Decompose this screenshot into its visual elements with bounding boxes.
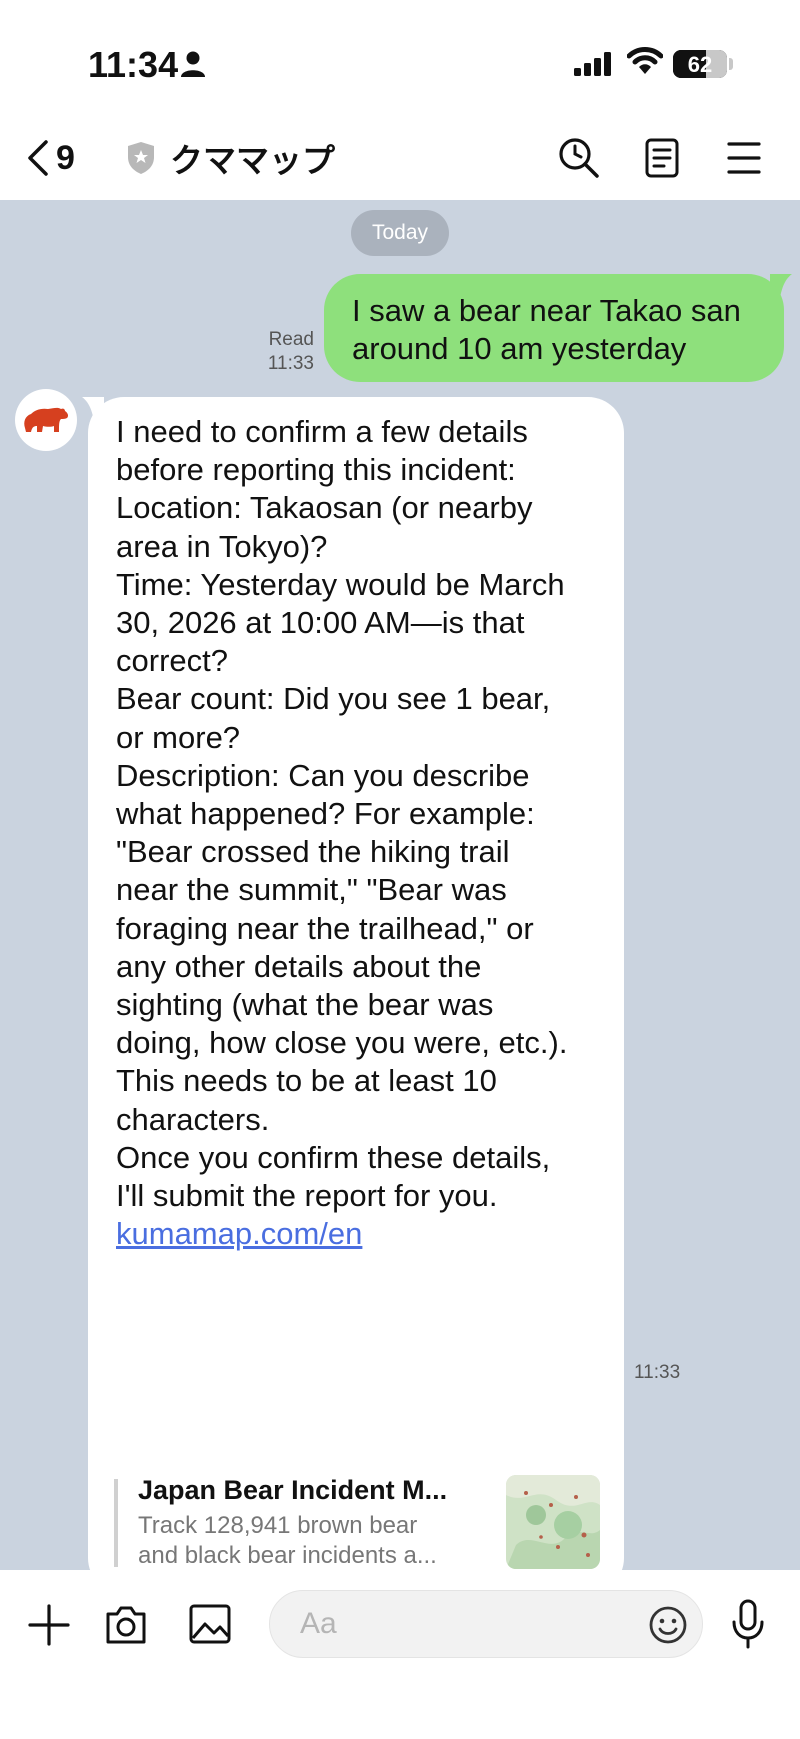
- received-time: 11:33: [634, 1362, 681, 1383]
- message-composer: Aa: [0, 1570, 800, 1739]
- search-icon[interactable]: [557, 136, 601, 180]
- microphone-icon[interactable]: [730, 1598, 766, 1650]
- message-input[interactable]: Aa: [269, 1590, 703, 1658]
- sent-message-line: around 10 am yesterday: [352, 331, 687, 366]
- received-message-line: I'll submit the report for you.: [116, 1178, 498, 1214]
- received-message-line: Bear count: Did you see 1 bear,: [116, 681, 551, 717]
- back-button[interactable]: 9: [26, 138, 75, 178]
- input-placeholder: Aa: [300, 1607, 337, 1640]
- received-message-line: foraging near the trailhead," or: [116, 910, 534, 946]
- received-message-line: what happened? For example:: [116, 796, 535, 832]
- received-message-line: characters.: [116, 1101, 270, 1137]
- notes-icon[interactable]: [644, 136, 680, 180]
- plus-icon[interactable]: [28, 1604, 70, 1646]
- shield-icon: [128, 142, 154, 174]
- message-link[interactable]: kumamap.com/en: [116, 1215, 598, 1253]
- camera-icon[interactable]: [104, 1602, 148, 1646]
- preview-description-line: and black bear incidents a...: [138, 1542, 437, 1569]
- chat-header: 9 クママップ: [0, 120, 800, 200]
- battery-icon: 62: [673, 50, 727, 78]
- received-message-line: Once you confirm these details,: [116, 1139, 551, 1175]
- cellular-signal-icon: [574, 52, 611, 76]
- date-divider: Today: [351, 210, 449, 256]
- received-message-line: before reporting this incident:: [116, 452, 516, 488]
- received-message-line: Time: Yesterday would be March: [116, 566, 565, 602]
- preview-title: Japan Bear Incident M...: [138, 1475, 448, 1505]
- status-bar: 11:34 62: [0, 0, 800, 120]
- status-time: 11:34: [88, 44, 179, 85]
- image-icon[interactable]: [188, 1602, 232, 1646]
- chat-area[interactable]: Today I saw a bear near Takao san around…: [0, 200, 800, 1594]
- received-message-line: Description: Can you describe: [116, 757, 530, 793]
- received-message-line: This needs to be at least 10: [116, 1063, 497, 1099]
- back-chevron-icon: [28, 140, 48, 176]
- received-message-line: or more?: [116, 719, 241, 755]
- received-message-line: sighting (what the bear was: [116, 987, 494, 1023]
- wifi-icon: [627, 47, 663, 74]
- sent-message-bubble[interactable]: I saw a bear near Takao san around 10 am…: [324, 274, 784, 382]
- bear-icon: [24, 407, 69, 432]
- unread-count: 9: [56, 138, 75, 177]
- received-message-line: Location: Takaosan (or nearby: [116, 490, 533, 526]
- received-message-line: 30, 2026 at 10:00 AM—is that: [116, 605, 525, 641]
- sent-message-line: I saw a bear near Takao san: [352, 293, 741, 328]
- read-status: Read: [268, 329, 314, 350]
- person-icon: [181, 51, 205, 77]
- received-message-line: correct?: [116, 643, 228, 679]
- received-message-line: "Bear crossed the hiking trail: [116, 834, 510, 870]
- battery-tip: [729, 58, 733, 70]
- battery-level: 62: [687, 52, 713, 77]
- map-thumbnail-icon: [506, 1475, 600, 1569]
- received-message-line: area in Tokyo)?: [116, 528, 328, 564]
- avatar[interactable]: [15, 389, 77, 451]
- preview-description-line: Track 128,941 brown bear: [138, 1512, 418, 1539]
- sent-time: 11:33: [267, 353, 314, 374]
- emoji-icon[interactable]: [648, 1605, 688, 1645]
- received-message-line: near the summit," "Bear was: [116, 872, 507, 908]
- link-preview-card[interactable]: Japan Bear Incident M... Track 128,941 b…: [114, 1475, 600, 1571]
- received-message-text: I need to confirm a few details before re…: [116, 413, 598, 1215]
- received-message-line: doing, how close you were, etc.).: [116, 1025, 568, 1061]
- received-message-line: I need to confirm a few details: [116, 414, 528, 449]
- received-message-bubble[interactable]: I need to confirm a few details before re…: [88, 397, 624, 1594]
- preview-accent-bar: [114, 1479, 118, 1567]
- chat-title: クママップ: [170, 142, 335, 179]
- read-receipt: Read 11:33: [246, 328, 314, 376]
- preview-description: Track 128,941 brown bear and black bear …: [138, 1511, 437, 1571]
- menu-icon[interactable]: [726, 136, 762, 180]
- received-message-line: any other details about the: [116, 948, 482, 984]
